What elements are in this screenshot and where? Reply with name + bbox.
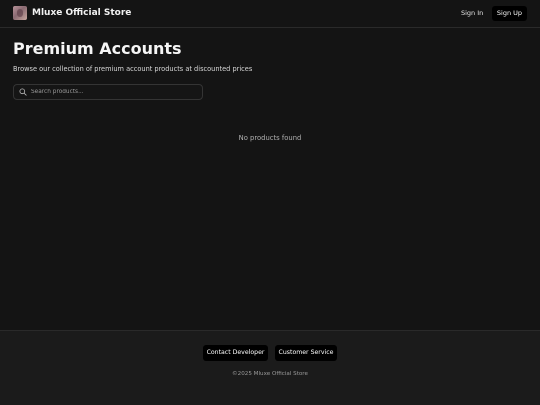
store-logo xyxy=(13,6,27,20)
search-input[interactable] xyxy=(31,86,199,98)
sign-up-button[interactable]: Sign Up xyxy=(492,6,527,21)
customer-service-button[interactable]: Customer Service xyxy=(275,345,337,361)
contact-developer-button[interactable]: Contact Developer xyxy=(203,345,268,361)
brand-link[interactable]: Mluxe Official Store xyxy=(13,6,131,20)
page-subtitle: Browse our collection of premium account… xyxy=(13,65,253,73)
copyright-text: ©2025 Mluxe Official Store xyxy=(232,371,308,377)
site-footer: Contact Developer Customer Service ©2025… xyxy=(0,330,540,405)
search-box[interactable] xyxy=(13,84,203,100)
sign-in-button[interactable]: Sign In xyxy=(455,6,489,21)
empty-state-message: No products found xyxy=(238,134,302,142)
search-icon xyxy=(19,88,27,96)
brand-name: Mluxe Official Store xyxy=(32,8,132,18)
site-header: Mluxe Official Store Sign In Sign Up xyxy=(0,0,540,28)
page-title: Premium Accounts xyxy=(13,39,182,58)
